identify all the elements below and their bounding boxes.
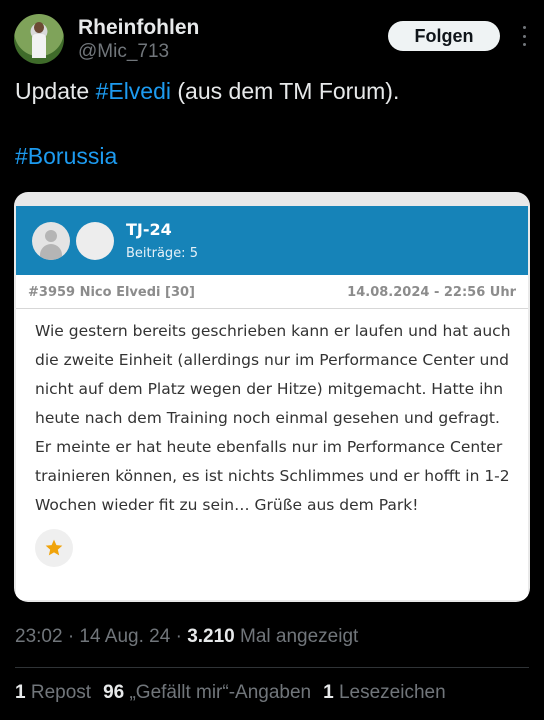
forum-badge-icon [76,222,114,260]
user-handle[interactable]: @Mic_713 [78,41,169,63]
forum-post-date: 14.08.2024 - 22:56 Uhr [347,285,516,300]
views-label: Mal angezeigt [234,626,359,647]
tweet-text-line2: #Borussia [15,141,117,171]
tweet-text: Update #Elvedi (aus dem TM Forum). [15,76,399,106]
tweet-header: Rheinfohlen @Mic_713 Folgen [14,14,530,66]
tweet-text-prefix: Update [15,78,96,104]
engagement-stats: 1 Repost 96 „Gefällt mir“-Angaben 1 Leseze… [15,682,446,704]
forum-post-count: Beiträge: 5 [126,246,198,261]
divider [15,667,529,668]
user-avatar[interactable] [14,14,64,64]
more-options-icon[interactable] [518,26,530,46]
forum-screenshot: TJ-24 Beiträge: 5 #3959 Nico Elvedi [30]… [14,192,530,602]
forum-post-meta: #3959 Nico Elvedi [30] 14.08.2024 - 22:5… [16,275,528,309]
views-count: 3.210 [187,626,235,647]
star-icon [35,529,73,567]
tweet-timestamp: 23:02 · 14 Aug. 24 · 3.210 Mal angezeigt [15,626,358,648]
hashtag-borussia[interactable]: #Borussia [15,143,117,169]
forum-username: TJ-24 [126,220,172,239]
hashtag-elvedi[interactable]: #Elvedi [96,78,171,104]
reposts-stat[interactable]: 1 Repost [15,682,91,703]
avatar-torso [32,34,46,58]
forum-post-body: Wie gestern bereits geschrieben kann er … [16,309,528,600]
follow-button[interactable]: Folgen [388,21,500,51]
user-display-name[interactable]: Rheinfohlen [78,16,199,40]
forum-post-text: Wie gestern bereits geschrieben kann er … [35,322,511,514]
bookmarks-stat[interactable]: 1 Lesezeichen [323,682,446,703]
forum-post-id: #3959 Nico Elvedi [30] [28,285,195,300]
avatar-head [34,22,44,33]
tweet-text-suffix: (aus dem TM Forum). [171,78,400,104]
forum-post-header: TJ-24 Beiträge: 5 [16,206,528,275]
likes-stat[interactable]: 96 „Gefällt mir“-Angaben [103,682,311,703]
tweet-time[interactable]: 23:02 · 14 Aug. 24 · [15,626,187,647]
forum-avatar-icon [32,222,70,260]
attached-image[interactable]: TJ-24 Beiträge: 5 #3959 Nico Elvedi [30]… [14,192,530,602]
